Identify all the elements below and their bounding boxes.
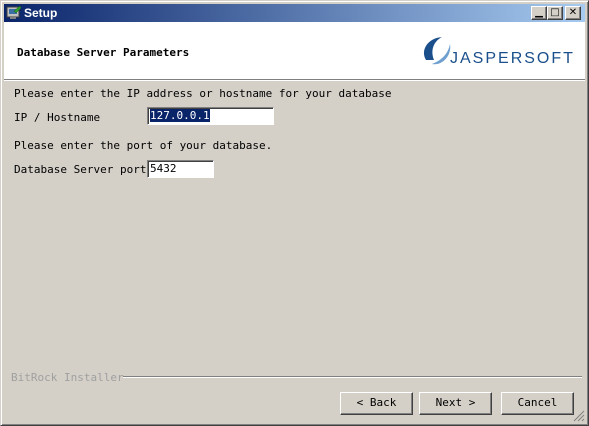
host-input-value: 127.0.0.1	[150, 109, 210, 122]
resize-grip-icon[interactable]	[573, 410, 585, 422]
maximize-button[interactable]: □	[547, 6, 563, 20]
window-title: Setup	[24, 6, 58, 20]
port-input[interactable]: 5432	[147, 160, 214, 178]
close-button[interactable]: ✕	[565, 6, 581, 20]
installer-label: BitRock Installer	[11, 371, 124, 384]
port-input-value: 5432	[150, 162, 177, 175]
header-divider	[4, 80, 585, 81]
footer-divider	[123, 376, 582, 378]
page-title: Database Server Parameters	[17, 46, 190, 59]
setup-window: Setup ▁ □ ✕ Database Server Parameters J…	[0, 0, 589, 426]
jaspersoft-logo: JASPERSOFT	[418, 32, 578, 72]
host-input[interactable]: 127.0.0.1	[147, 107, 274, 125]
host-label: IP / Hostname	[14, 111, 101, 124]
page-header: Database Server Parameters JASPERSOFT	[4, 22, 585, 80]
minimize-icon: ▁	[535, 7, 543, 18]
back-button[interactable]: < Back	[340, 392, 413, 415]
close-icon: ✕	[568, 7, 578, 18]
title-bar[interactable]: Setup ▁ □ ✕	[4, 4, 585, 22]
port-prompt: Please enter the port of your database.	[14, 139, 273, 152]
port-label: Database Server port	[14, 163, 147, 176]
installer-icon	[6, 5, 22, 19]
next-button[interactable]: Next >	[419, 392, 492, 415]
maximize-icon: □	[550, 7, 560, 18]
logo-wordmark: JASPERSOFT	[450, 50, 575, 67]
minimize-button[interactable]: ▁	[531, 6, 547, 20]
cancel-button[interactable]: Cancel	[501, 392, 574, 415]
host-prompt: Please enter the IP address or hostname …	[14, 87, 392, 100]
